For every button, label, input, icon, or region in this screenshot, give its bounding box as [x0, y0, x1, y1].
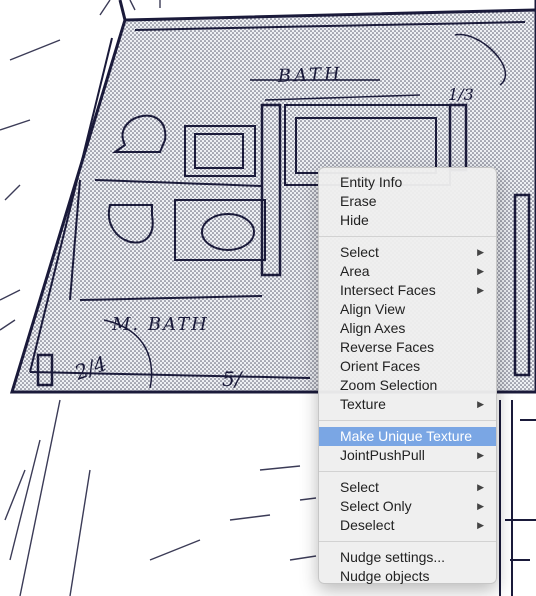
menu-item-label: Make Unique Texture	[340, 428, 473, 444]
menu-item-area[interactable]: Area ▶	[319, 262, 496, 281]
menu-item-entity-info[interactable]: Entity Info	[319, 173, 496, 192]
submenu-arrow-icon: ▶	[477, 501, 484, 511]
menu-item-texture[interactable]: Texture ▶	[319, 395, 496, 414]
menu-item-label: Orient Faces	[340, 358, 421, 374]
menu-item-intersect-faces[interactable]: Intersect Faces ▶	[319, 281, 496, 300]
menu-item-label: Area	[340, 263, 370, 279]
menu-separator	[319, 471, 496, 472]
menu-item-label: Select	[340, 479, 379, 495]
menu-item-label: Hide	[340, 212, 369, 228]
menu-item-hide[interactable]: Hide	[319, 211, 496, 230]
menu-item-label: Align View	[340, 301, 406, 317]
submenu-arrow-icon: ▶	[477, 266, 484, 276]
menu-item-deselect[interactable]: Deselect ▶	[319, 516, 496, 535]
menu-item-align-view[interactable]: Align View	[319, 300, 496, 319]
menu-item-select[interactable]: Select ▶	[319, 243, 496, 262]
menu-item-label: Reverse Faces	[340, 339, 435, 355]
menu-item-label: Nudge settings...	[340, 549, 446, 565]
menu-item-select-only[interactable]: Select Only ▶	[319, 497, 496, 516]
submenu-arrow-icon: ▶	[477, 450, 484, 460]
menu-item-select[interactable]: Select ▶	[319, 478, 496, 497]
menu-item-align-axes[interactable]: Align Axes	[319, 319, 496, 338]
label-dim-2: 5/	[222, 367, 244, 391]
menu-item-label: Zoom Selection	[340, 377, 438, 393]
menu-item-reverse-faces[interactable]: Reverse Faces	[319, 338, 496, 357]
context-menu: Entity Info Erase Hide Select ▶ Area ▶ Intersec…	[318, 167, 497, 584]
menu-item-nudge-objects[interactable]: Nudge objects	[319, 567, 496, 586]
submenu-arrow-icon: ▶	[477, 482, 484, 492]
menu-separator	[319, 236, 496, 237]
submenu-arrow-icon: ▶	[477, 399, 484, 409]
submenu-arrow-icon: ▶	[477, 285, 484, 295]
menu-item-label: Intersect Faces	[340, 282, 436, 298]
menu-separator	[319, 420, 496, 421]
label-bath: BATH	[276, 64, 343, 87]
menu-item-label: Erase	[340, 193, 377, 209]
menu-item-label: Texture	[340, 396, 386, 412]
label-dim-3: 1/3	[448, 85, 474, 104]
menu-item-make-unique-texture[interactable]: Make Unique Texture	[319, 427, 496, 446]
menu-item-label: JointPushPull	[340, 447, 425, 463]
menu-item-label: Select Only	[340, 498, 412, 514]
menu-item-label: Nudge objects	[340, 568, 430, 584]
sketch-lines-right	[499, 400, 536, 596]
menu-separator	[319, 541, 496, 542]
menu-item-erase[interactable]: Erase	[319, 192, 496, 211]
menu-item-label: Entity Info	[340, 174, 403, 190]
menu-item-label: Deselect	[340, 517, 395, 533]
menu-item-nudge-settings[interactable]: Nudge settings...	[319, 548, 496, 567]
submenu-arrow-icon: ▶	[477, 520, 484, 530]
label-m-bath: M. BATH	[111, 314, 209, 335]
menu-item-zoom-selection[interactable]: Zoom Selection	[319, 376, 496, 395]
submenu-arrow-icon: ▶	[477, 247, 484, 257]
menu-item-label: Align Axes	[340, 320, 406, 336]
menu-item-label: Select	[340, 244, 379, 260]
menu-item-jointpushpull[interactable]: JointPushPull ▶	[319, 446, 496, 465]
menu-item-orient-faces[interactable]: Orient Faces	[319, 357, 496, 376]
